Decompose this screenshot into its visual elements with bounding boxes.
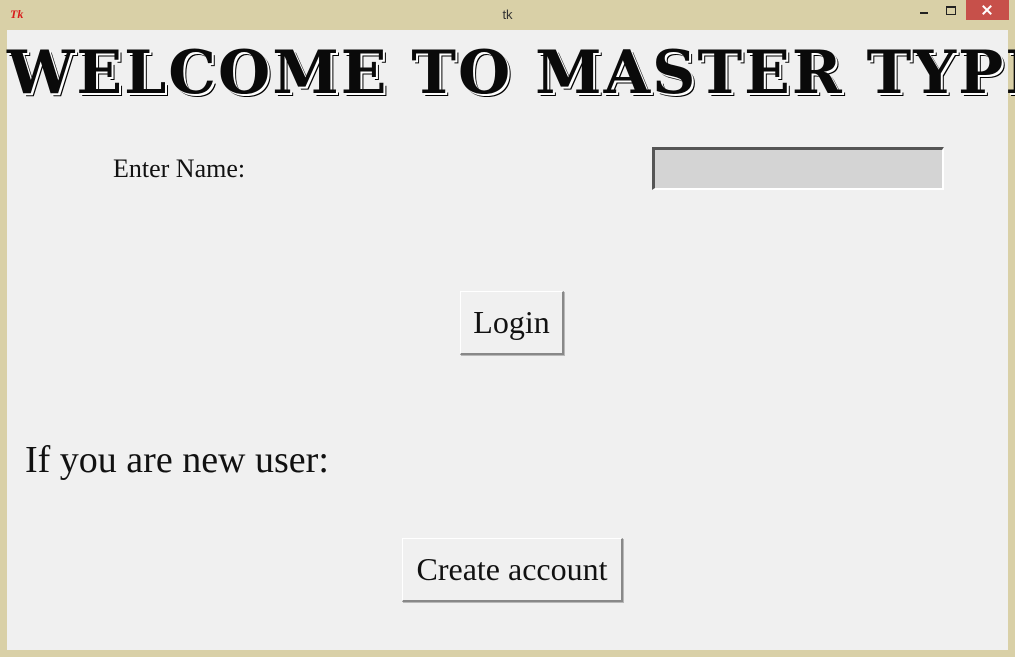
login-button[interactable]: Login — [460, 291, 564, 355]
create-account-button[interactable]: Create account — [402, 538, 623, 602]
app-window: Tk tk WELCOME TO MASTER TYPE Enter Name:… — [0, 0, 1015, 657]
minimize-icon[interactable] — [914, 0, 936, 20]
name-input[interactable] — [652, 147, 944, 190]
maximize-icon[interactable] — [941, 0, 963, 20]
page-title: WELCOME TO MASTER TYPE — [7, 38, 1015, 108]
window-title: tk — [502, 7, 513, 22]
new-user-prompt: If you are new user: — [25, 439, 329, 481]
name-label: Enter Name: — [113, 154, 246, 183]
main-content: WELCOME TO MASTER TYPE Enter Name: Login… — [7, 30, 1015, 650]
close-icon[interactable] — [966, 0, 1009, 20]
title-bar[interactable]: Tk tk — [0, 0, 1015, 30]
